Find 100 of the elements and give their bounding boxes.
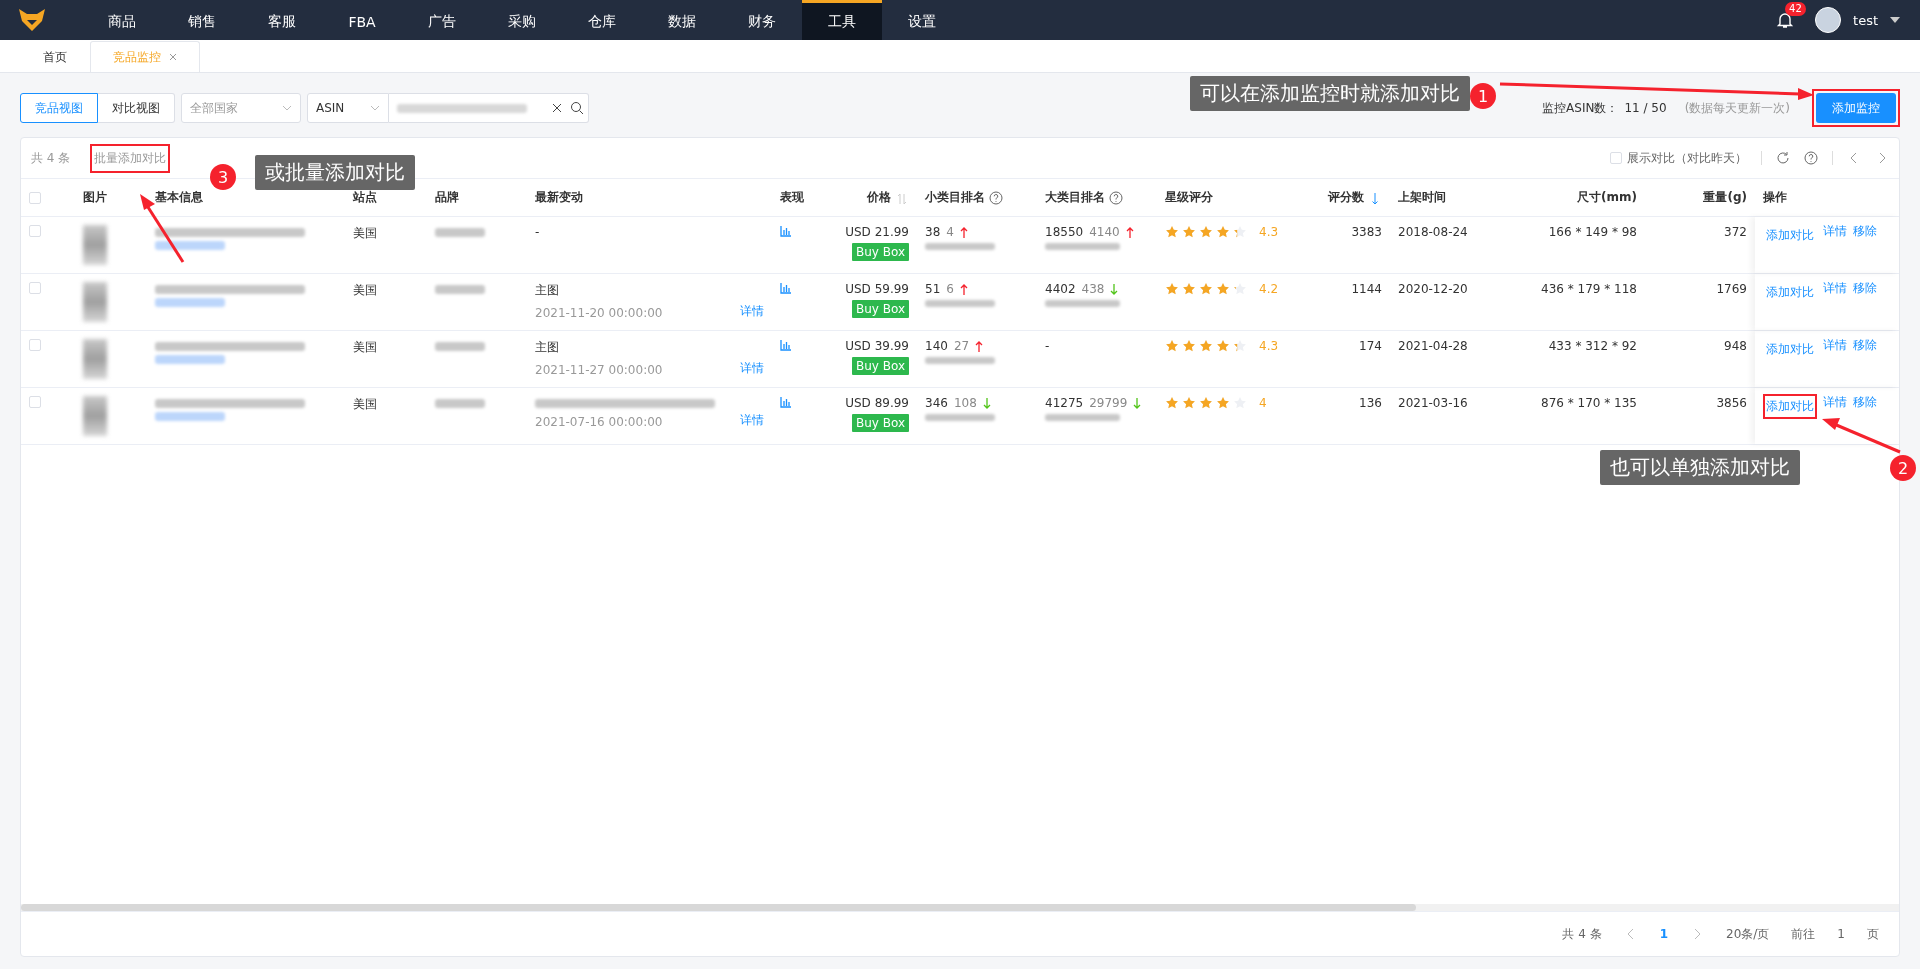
nav-item[interactable]: 仓库 xyxy=(562,0,642,40)
star-icon xyxy=(1199,396,1213,410)
search-type-select[interactable]: ASIN xyxy=(307,93,389,123)
star-icon xyxy=(1165,282,1179,296)
details-link[interactable]: 详情 xyxy=(740,412,764,429)
page-tab[interactable]: 竞品监控 xyxy=(90,41,200,72)
nav-item[interactable]: FBA xyxy=(322,0,402,40)
country-select[interactable]: 全部国家 xyxy=(181,93,301,123)
star-icon xyxy=(1233,225,1247,239)
goto-page-field[interactable]: 1 xyxy=(1837,927,1845,941)
row-checkbox[interactable] xyxy=(29,282,41,294)
show-compare-label[interactable]: 展示对比（对比昨天） xyxy=(1627,149,1747,167)
nav-item[interactable]: 客服 xyxy=(242,0,322,40)
user-name[interactable]: test xyxy=(1853,12,1878,28)
add-monitor-button[interactable]: 添加监控 xyxy=(1816,93,1896,123)
blurred-text xyxy=(925,300,995,307)
remove-link[interactable]: 移除 xyxy=(1853,280,1877,297)
row-checkbox[interactable] xyxy=(29,339,41,351)
rating-value: 4.3 xyxy=(1259,225,1279,239)
bar-chart-icon[interactable] xyxy=(780,282,792,294)
star-icon xyxy=(1165,396,1179,410)
item-count: 共 4 条 xyxy=(31,149,71,167)
help-icon[interactable] xyxy=(1804,151,1818,165)
row-checkbox[interactable] xyxy=(29,396,41,408)
step-number: 2 xyxy=(1890,455,1916,481)
nav-item[interactable]: 工具 xyxy=(802,0,882,40)
listing-date: 2021-03-16 xyxy=(1398,396,1469,410)
refresh-icon[interactable] xyxy=(1776,151,1790,165)
search-field[interactable] xyxy=(389,93,589,123)
rating-value: 4.3 xyxy=(1259,339,1279,353)
site-text: 美国 xyxy=(353,225,378,242)
chevron-down-icon[interactable] xyxy=(282,105,292,111)
photo-placeholder xyxy=(83,225,107,265)
nav-item[interactable]: 采购 xyxy=(482,0,562,40)
details-link[interactable]: 详情 xyxy=(1823,280,1847,297)
clear-icon[interactable] xyxy=(550,101,564,115)
batch-compare-button[interactable]: 批量添加对比 xyxy=(90,143,171,173)
view-toggle[interactable]: 竞品视图 xyxy=(20,93,98,123)
buy-box-badge: Buy Box xyxy=(851,243,909,261)
price-text: USD 39.99 xyxy=(845,339,909,353)
caret-icon[interactable] xyxy=(1890,17,1900,23)
remove-link[interactable]: 移除 xyxy=(1853,223,1877,240)
rank-value: 38 xyxy=(925,225,941,239)
rank-change: 438 xyxy=(1081,282,1105,296)
help-icon[interactable] xyxy=(989,190,1003,205)
nav-item[interactable]: 销售 xyxy=(162,0,242,40)
scrollbar-thumb[interactable] xyxy=(21,904,1416,911)
details-link[interactable]: 详情 xyxy=(740,303,764,320)
add-compare-link[interactable]: 添加对比 xyxy=(1763,280,1817,305)
size-text: 433 * 312 * 92 xyxy=(1548,339,1637,353)
quota-value: 11 / 50 xyxy=(1624,101,1667,115)
column-header: 品牌 xyxy=(435,189,459,206)
nav-item[interactable]: 数据 xyxy=(642,0,722,40)
remove-link[interactable]: 移除 xyxy=(1853,394,1877,411)
listing-date: 2018-08-24 xyxy=(1398,225,1469,239)
star-icon xyxy=(1199,225,1213,239)
details-link[interactable]: 详情 xyxy=(1823,394,1847,411)
rank-change: 27 xyxy=(953,339,970,353)
add-compare-link[interactable]: 添加对比 xyxy=(1763,337,1817,362)
page-number[interactable]: 1 xyxy=(1659,927,1669,941)
avatar[interactable] xyxy=(1815,7,1842,33)
rank-change: 29799 xyxy=(1089,396,1128,410)
weight-text: 1769 xyxy=(1716,282,1747,296)
bar-chart-icon[interactable] xyxy=(780,339,792,351)
details-link[interactable]: 详情 xyxy=(1823,223,1847,240)
rank-value: 41275 xyxy=(1045,396,1084,410)
nav-item[interactable]: 商品 xyxy=(82,0,162,40)
help-icon[interactable] xyxy=(1109,190,1123,205)
select-all-checkbox[interactable] xyxy=(29,191,41,204)
search-icon[interactable] xyxy=(570,101,584,115)
star-icon xyxy=(1165,339,1179,353)
row-checkbox[interactable] xyxy=(29,225,41,237)
bar-chart-icon[interactable] xyxy=(780,396,792,408)
photo-placeholder xyxy=(83,396,107,436)
review-count: 136 xyxy=(1359,396,1382,410)
page-tab[interactable]: 首页 xyxy=(20,41,90,72)
nav-item[interactable]: 广告 xyxy=(402,0,482,40)
column-header: 价格 xyxy=(867,189,891,206)
nav-item[interactable]: 财务 xyxy=(722,0,802,40)
photo-placeholder xyxy=(83,339,107,379)
add-compare-link[interactable]: 添加对比 xyxy=(1763,223,1817,248)
nav-item[interactable]: 设置 xyxy=(882,0,962,40)
details-link[interactable]: 详情 xyxy=(1823,337,1847,354)
buy-box-badge: Buy Box xyxy=(851,300,909,318)
change-text: - xyxy=(535,225,541,239)
close-icon[interactable] xyxy=(169,53,177,61)
rank-value: 346 xyxy=(925,396,948,410)
view-toggle[interactable]: 对比视图 xyxy=(98,93,175,123)
details-link[interactable]: 详情 xyxy=(740,360,764,377)
remove-link[interactable]: 移除 xyxy=(1853,337,1877,354)
quota-label: 监控ASIN数： xyxy=(1542,99,1619,117)
callout-note: 也可以单独添加对比 xyxy=(1600,450,1800,485)
page-size-select[interactable]: 20条/页 xyxy=(1726,925,1770,943)
chevron-down-icon[interactable] xyxy=(370,105,380,111)
add-compare-link[interactable]: 添加对比 xyxy=(1763,394,1817,419)
bar-chart-icon[interactable] xyxy=(780,225,792,237)
fox-logo[interactable] xyxy=(18,8,46,32)
star-icon xyxy=(1233,282,1247,296)
rank-change: 108 xyxy=(953,396,977,410)
checkbox[interactable] xyxy=(1610,152,1622,164)
